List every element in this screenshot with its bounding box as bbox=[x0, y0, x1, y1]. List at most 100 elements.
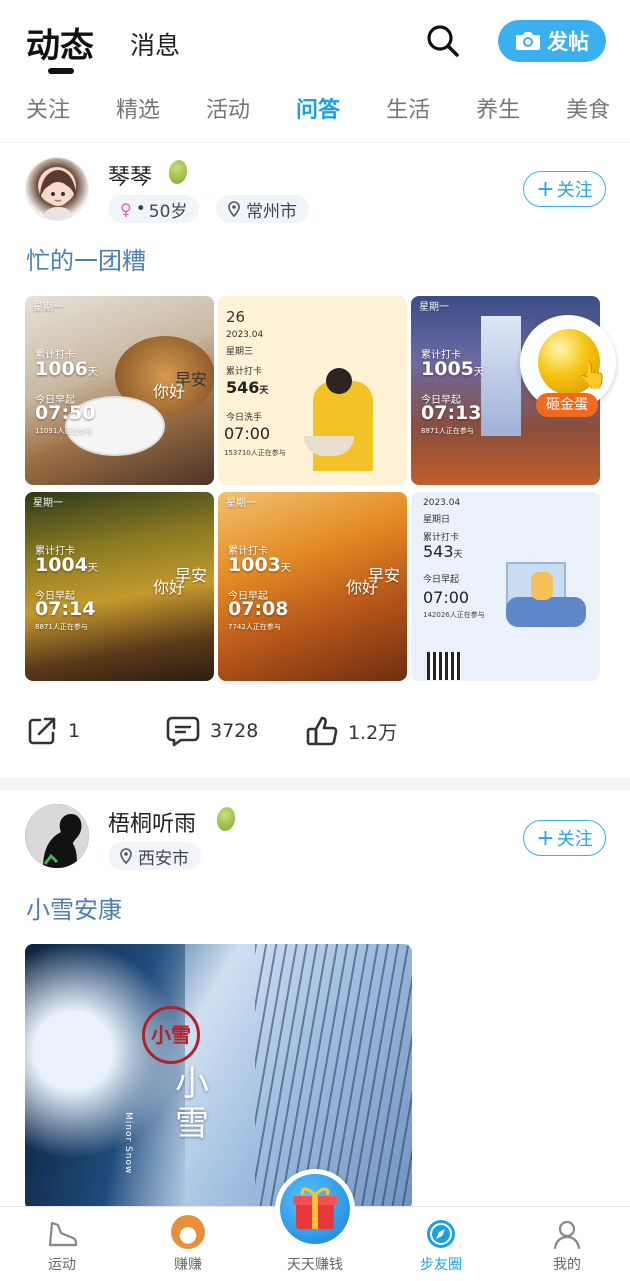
tab-food[interactable]: 美食 bbox=[566, 92, 610, 140]
bed-shape bbox=[506, 597, 586, 627]
nav-label: 运动 bbox=[48, 1257, 76, 1273]
follow-button[interactable]: + 关注 bbox=[523, 171, 606, 207]
follow-button[interactable]: + 关注 bbox=[523, 820, 606, 856]
img-time: 07:14 bbox=[35, 598, 96, 620]
city-chip: 西安市 bbox=[108, 842, 201, 870]
shiba-icon bbox=[171, 1215, 205, 1249]
city-text: 西安市 bbox=[138, 848, 189, 869]
nav-label: 天天赚钱 bbox=[287, 1257, 343, 1273]
nav-label: 步友圈 bbox=[420, 1257, 462, 1273]
bean-icon bbox=[215, 805, 237, 833]
nav-label: 我的 bbox=[553, 1257, 581, 1273]
search-icon[interactable] bbox=[426, 24, 460, 58]
nav-sport[interactable]: 运动 bbox=[17, 1207, 107, 1281]
location-icon bbox=[228, 201, 240, 217]
img-greeting2: 早安 bbox=[175, 566, 208, 585]
avatar[interactable] bbox=[25, 157, 89, 221]
img-label2: 今日早起 bbox=[423, 575, 460, 585]
person-shape bbox=[531, 572, 553, 600]
city-chip: 常州市 bbox=[216, 195, 309, 223]
grid-image[interactable]: 星期一 累计打卡 1006天 今日早起 07:50 11091人正在参与 你好 … bbox=[25, 296, 214, 485]
plus-icon: + bbox=[536, 825, 555, 851]
comment-button[interactable]: 3728 bbox=[166, 715, 258, 747]
img-note: 8871人正在参与 bbox=[421, 427, 474, 435]
tab-messages[interactable]: 消息 bbox=[130, 26, 180, 62]
post-title[interactable]: 小雪安康 bbox=[26, 890, 122, 925]
post-button[interactable]: 发帖 bbox=[498, 20, 606, 62]
img-weekday: 星期一 bbox=[33, 498, 63, 509]
img-note: 153710人正在参与 bbox=[224, 449, 286, 457]
tree-branches-shape bbox=[255, 944, 412, 1210]
img-time: 07:13 bbox=[421, 402, 482, 424]
compass-icon bbox=[427, 1220, 455, 1248]
nav-mine[interactable]: 我的 bbox=[522, 1207, 612, 1281]
follow-label: 关注 bbox=[556, 829, 593, 850]
username[interactable]: 琴琴 bbox=[108, 159, 152, 191]
img-weekday: 星期一 bbox=[226, 498, 256, 509]
gift-icon bbox=[293, 1187, 337, 1229]
img-count: 543天 bbox=[423, 542, 463, 561]
like-button[interactable]: 1.2万 bbox=[306, 715, 397, 747]
img-time: 07:08 bbox=[228, 598, 289, 620]
share-count: 1 bbox=[68, 720, 81, 742]
golden-egg-badge[interactable]: 👆 砸金蛋 bbox=[520, 315, 624, 425]
tab-life[interactable]: 生活 bbox=[386, 92, 430, 140]
img-count: 1003天 bbox=[228, 554, 291, 576]
camera-icon bbox=[516, 32, 540, 50]
comment-icon bbox=[166, 716, 200, 747]
grid-image[interactable]: 26 2023.04 星期三 累计打卡 546天 今日洗手 07:00 1537… bbox=[218, 296, 407, 485]
nav-label: 赚赚 bbox=[174, 1257, 202, 1273]
img-note: 142026人正在参与 bbox=[423, 611, 485, 619]
grid-image[interactable]: 2023.04 星期日 累计打卡 543天 今日早起 07:00 142026人… bbox=[411, 492, 600, 681]
img-greeting2: 早安 bbox=[175, 370, 208, 389]
img-count: 546天 bbox=[226, 378, 269, 397]
img-greeting2: 早安 bbox=[368, 566, 401, 585]
gender-age-chip: ♀ • 50岁 bbox=[108, 195, 200, 223]
snow-image[interactable]: 小雪 小雪 Minor Snow bbox=[25, 944, 412, 1210]
tab-dynamics[interactable]: 动态 bbox=[26, 18, 94, 67]
tree-left-shape bbox=[25, 944, 185, 1210]
post-actions: 1 3728 1.2万 bbox=[0, 715, 630, 755]
shoe-icon bbox=[48, 1221, 78, 1247]
avatar-girl-icon bbox=[40, 170, 76, 220]
img-note: 7742人正在参与 bbox=[228, 623, 281, 631]
person-shape bbox=[313, 381, 373, 471]
nav-friends-circle[interactable]: 步友圈 bbox=[396, 1207, 486, 1281]
img-count: 1004天 bbox=[35, 554, 98, 576]
person-icon bbox=[553, 1220, 581, 1250]
username[interactable]: 梧桐听雨 bbox=[108, 806, 196, 838]
tab-qa[interactable]: 问答 bbox=[296, 92, 340, 140]
avatar[interactable] bbox=[25, 804, 89, 868]
img-label2: 今日洗手 bbox=[226, 413, 263, 423]
comment-count: 3728 bbox=[210, 720, 259, 742]
share-button[interactable]: 1 bbox=[26, 715, 80, 747]
img-count: 1006天 bbox=[35, 358, 98, 380]
post-separator bbox=[0, 778, 630, 790]
like-count: 1.2万 bbox=[348, 721, 398, 744]
img-time: 07:50 bbox=[35, 402, 96, 424]
location-icon bbox=[120, 848, 132, 864]
img-weekday: 星期日 bbox=[423, 515, 451, 525]
active-indicator bbox=[48, 68, 74, 74]
post-title[interactable]: 忙的一团糟 bbox=[26, 241, 146, 276]
english-caption: Minor Snow bbox=[123, 1112, 133, 1175]
tab-featured[interactable]: 精选 bbox=[116, 92, 160, 140]
age-text: 50岁 bbox=[148, 201, 188, 222]
avatar-silhouette-icon bbox=[25, 804, 89, 868]
bean-icon bbox=[167, 158, 189, 186]
center-gift-button[interactable] bbox=[275, 1169, 355, 1249]
tab-health[interactable]: 养生 bbox=[476, 92, 520, 140]
post-card: 梧桐听雨 西安市 + 关注 小雪安康 小雪 小雪 Minor Snow bbox=[0, 790, 630, 1210]
tab-follow[interactable]: 关注 bbox=[26, 92, 70, 140]
nav-earn[interactable]: 赚赚 bbox=[143, 1207, 233, 1281]
share-icon bbox=[28, 717, 56, 745]
plus-icon: + bbox=[536, 176, 555, 202]
category-tabs: 关注 精选 活动 问答 生活 养生 美食 bbox=[0, 92, 630, 140]
tab-activity[interactable]: 活动 bbox=[206, 92, 250, 140]
img-date: 2023.04 bbox=[226, 330, 264, 340]
grid-image[interactable]: 星期一 累计打卡 1003天 今日早起 07:08 7742人正在参与 你好 早… bbox=[218, 492, 407, 681]
grid-image[interactable]: 星期一 累计打卡 1004天 今日早起 07:14 8871人正在参与 你好 早… bbox=[25, 492, 214, 681]
post-card: 琴琴 ♀ • 50岁 常州市 + 关注 忙的一团糟 星期一 累计打卡 1006天… bbox=[0, 143, 630, 779]
img-time: 07:00 bbox=[224, 424, 271, 443]
seal-stamp: 小雪 bbox=[142, 1006, 200, 1064]
